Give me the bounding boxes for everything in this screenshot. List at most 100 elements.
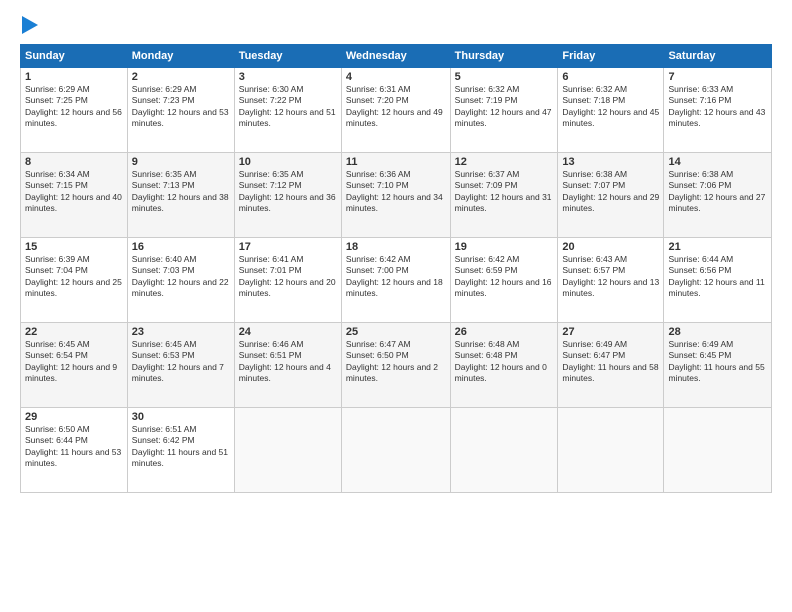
day-info: Sunrise: 6:38 AM Sunset: 7:07 PM Dayligh…	[562, 169, 659, 215]
day-info: Sunrise: 6:35 AM Sunset: 7:12 PM Dayligh…	[239, 169, 337, 215]
table-row: 11Sunrise: 6:36 AM Sunset: 7:10 PM Dayli…	[341, 153, 450, 238]
table-row	[450, 408, 558, 493]
day-number: 6	[562, 71, 659, 83]
day-info: Sunrise: 6:46 AM Sunset: 6:51 PM Dayligh…	[239, 339, 337, 385]
table-row: 13Sunrise: 6:38 AM Sunset: 7:07 PM Dayli…	[558, 153, 664, 238]
day-info: Sunrise: 6:35 AM Sunset: 7:13 PM Dayligh…	[132, 169, 230, 215]
day-info: Sunrise: 6:30 AM Sunset: 7:22 PM Dayligh…	[239, 84, 337, 130]
table-row: 2Sunrise: 6:29 AM Sunset: 7:23 PM Daylig…	[127, 68, 234, 153]
logo	[20, 16, 38, 34]
col-friday: Friday	[558, 45, 664, 68]
day-info: Sunrise: 6:48 AM Sunset: 6:48 PM Dayligh…	[455, 339, 554, 385]
day-number: 10	[239, 156, 337, 168]
day-info: Sunrise: 6:40 AM Sunset: 7:03 PM Dayligh…	[132, 254, 230, 300]
day-info: Sunrise: 6:51 AM Sunset: 6:42 PM Dayligh…	[132, 424, 230, 470]
table-row: 17Sunrise: 6:41 AM Sunset: 7:01 PM Dayli…	[234, 238, 341, 323]
day-number: 19	[455, 241, 554, 253]
col-sunday: Sunday	[21, 45, 128, 68]
calendar-page: Sunday Monday Tuesday Wednesday Thursday…	[0, 0, 792, 612]
table-row: 9Sunrise: 6:35 AM Sunset: 7:13 PM Daylig…	[127, 153, 234, 238]
day-info: Sunrise: 6:45 AM Sunset: 6:54 PM Dayligh…	[25, 339, 123, 385]
day-info: Sunrise: 6:32 AM Sunset: 7:19 PM Dayligh…	[455, 84, 554, 130]
col-monday: Monday	[127, 45, 234, 68]
day-info: Sunrise: 6:29 AM Sunset: 7:25 PM Dayligh…	[25, 84, 123, 130]
table-row: 8Sunrise: 6:34 AM Sunset: 7:15 PM Daylig…	[21, 153, 128, 238]
table-row: 18Sunrise: 6:42 AM Sunset: 7:00 PM Dayli…	[341, 238, 450, 323]
day-info: Sunrise: 6:31 AM Sunset: 7:20 PM Dayligh…	[346, 84, 446, 130]
day-info: Sunrise: 6:49 AM Sunset: 6:45 PM Dayligh…	[668, 339, 767, 385]
table-row: 22Sunrise: 6:45 AM Sunset: 6:54 PM Dayli…	[21, 323, 128, 408]
table-row: 4Sunrise: 6:31 AM Sunset: 7:20 PM Daylig…	[341, 68, 450, 153]
table-row: 15Sunrise: 6:39 AM Sunset: 7:04 PM Dayli…	[21, 238, 128, 323]
col-thursday: Thursday	[450, 45, 558, 68]
day-info: Sunrise: 6:34 AM Sunset: 7:15 PM Dayligh…	[25, 169, 123, 215]
day-info: Sunrise: 6:45 AM Sunset: 6:53 PM Dayligh…	[132, 339, 230, 385]
day-number: 1	[25, 71, 123, 83]
page-header	[20, 16, 772, 34]
table-row: 6Sunrise: 6:32 AM Sunset: 7:18 PM Daylig…	[558, 68, 664, 153]
day-number: 28	[668, 326, 767, 338]
day-number: 12	[455, 156, 554, 168]
day-number: 23	[132, 326, 230, 338]
table-row: 14Sunrise: 6:38 AM Sunset: 7:06 PM Dayli…	[664, 153, 772, 238]
day-info: Sunrise: 6:42 AM Sunset: 7:00 PM Dayligh…	[346, 254, 446, 300]
calendar-week-row: 8Sunrise: 6:34 AM Sunset: 7:15 PM Daylig…	[21, 153, 772, 238]
day-info: Sunrise: 6:36 AM Sunset: 7:10 PM Dayligh…	[346, 169, 446, 215]
day-number: 14	[668, 156, 767, 168]
table-row: 21Sunrise: 6:44 AM Sunset: 6:56 PM Dayli…	[664, 238, 772, 323]
table-row: 19Sunrise: 6:42 AM Sunset: 6:59 PM Dayli…	[450, 238, 558, 323]
table-row: 10Sunrise: 6:35 AM Sunset: 7:12 PM Dayli…	[234, 153, 341, 238]
day-number: 4	[346, 71, 446, 83]
calendar-week-row: 15Sunrise: 6:39 AM Sunset: 7:04 PM Dayli…	[21, 238, 772, 323]
day-number: 30	[132, 411, 230, 423]
day-info: Sunrise: 6:49 AM Sunset: 6:47 PM Dayligh…	[562, 339, 659, 385]
day-number: 26	[455, 326, 554, 338]
calendar-week-row: 1Sunrise: 6:29 AM Sunset: 7:25 PM Daylig…	[21, 68, 772, 153]
day-info: Sunrise: 6:39 AM Sunset: 7:04 PM Dayligh…	[25, 254, 123, 300]
day-number: 27	[562, 326, 659, 338]
day-number: 18	[346, 241, 446, 253]
col-wednesday: Wednesday	[341, 45, 450, 68]
table-row: 16Sunrise: 6:40 AM Sunset: 7:03 PM Dayli…	[127, 238, 234, 323]
table-row: 7Sunrise: 6:33 AM Sunset: 7:16 PM Daylig…	[664, 68, 772, 153]
day-number: 7	[668, 71, 767, 83]
day-number: 9	[132, 156, 230, 168]
day-number: 17	[239, 241, 337, 253]
table-row: 5Sunrise: 6:32 AM Sunset: 7:19 PM Daylig…	[450, 68, 558, 153]
table-row: 27Sunrise: 6:49 AM Sunset: 6:47 PM Dayli…	[558, 323, 664, 408]
table-row	[558, 408, 664, 493]
table-row: 26Sunrise: 6:48 AM Sunset: 6:48 PM Dayli…	[450, 323, 558, 408]
day-number: 21	[668, 241, 767, 253]
col-tuesday: Tuesday	[234, 45, 341, 68]
calendar-week-row: 29Sunrise: 6:50 AM Sunset: 6:44 PM Dayli…	[21, 408, 772, 493]
day-number: 20	[562, 241, 659, 253]
table-row: 29Sunrise: 6:50 AM Sunset: 6:44 PM Dayli…	[21, 408, 128, 493]
day-number: 15	[25, 241, 123, 253]
table-row: 20Sunrise: 6:43 AM Sunset: 6:57 PM Dayli…	[558, 238, 664, 323]
table-row: 25Sunrise: 6:47 AM Sunset: 6:50 PM Dayli…	[341, 323, 450, 408]
col-saturday: Saturday	[664, 45, 772, 68]
table-row: 12Sunrise: 6:37 AM Sunset: 7:09 PM Dayli…	[450, 153, 558, 238]
day-info: Sunrise: 6:43 AM Sunset: 6:57 PM Dayligh…	[562, 254, 659, 300]
day-info: Sunrise: 6:41 AM Sunset: 7:01 PM Dayligh…	[239, 254, 337, 300]
day-info: Sunrise: 6:37 AM Sunset: 7:09 PM Dayligh…	[455, 169, 554, 215]
calendar-week-row: 22Sunrise: 6:45 AM Sunset: 6:54 PM Dayli…	[21, 323, 772, 408]
table-row	[341, 408, 450, 493]
day-info: Sunrise: 6:50 AM Sunset: 6:44 PM Dayligh…	[25, 424, 123, 470]
table-row	[234, 408, 341, 493]
day-info: Sunrise: 6:47 AM Sunset: 6:50 PM Dayligh…	[346, 339, 446, 385]
day-number: 2	[132, 71, 230, 83]
table-row: 28Sunrise: 6:49 AM Sunset: 6:45 PM Dayli…	[664, 323, 772, 408]
day-number: 11	[346, 156, 446, 168]
day-info: Sunrise: 6:42 AM Sunset: 6:59 PM Dayligh…	[455, 254, 554, 300]
logo-arrow-icon	[22, 16, 38, 34]
day-info: Sunrise: 6:38 AM Sunset: 7:06 PM Dayligh…	[668, 169, 767, 215]
table-row: 3Sunrise: 6:30 AM Sunset: 7:22 PM Daylig…	[234, 68, 341, 153]
day-number: 24	[239, 326, 337, 338]
table-row: 30Sunrise: 6:51 AM Sunset: 6:42 PM Dayli…	[127, 408, 234, 493]
table-row: 24Sunrise: 6:46 AM Sunset: 6:51 PM Dayli…	[234, 323, 341, 408]
calendar-table: Sunday Monday Tuesday Wednesday Thursday…	[20, 44, 772, 493]
day-number: 25	[346, 326, 446, 338]
calendar-header-row: Sunday Monday Tuesday Wednesday Thursday…	[21, 45, 772, 68]
table-row: 23Sunrise: 6:45 AM Sunset: 6:53 PM Dayli…	[127, 323, 234, 408]
